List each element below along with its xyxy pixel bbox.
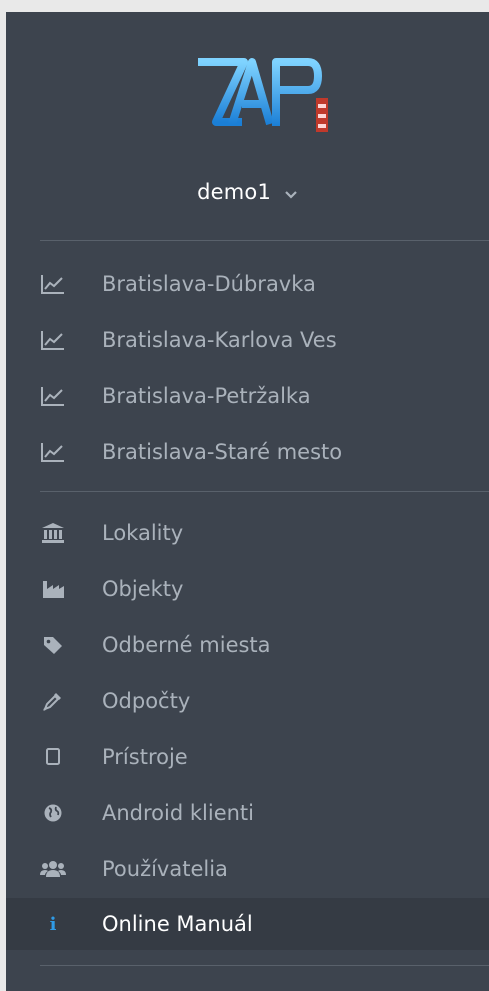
station-item-karlova-ves[interactable]: Bratislava-Karlova Ves [6,316,489,364]
nav-item-odberne-miesta[interactable]: Odberné miesta [6,621,489,669]
nav-item-pouzivatelia[interactable]: Používatelia [6,845,489,893]
nav-label: Používatelia [102,857,228,881]
industry-icon [40,577,66,601]
nav-label: Online Manuál [102,912,253,936]
station-label: Bratislava-Staré mesto [102,440,343,464]
station-label: Bratislava-Karlova Ves [102,328,337,352]
info-icon: i [49,913,57,935]
bank-icon [40,521,66,545]
nav-label: Odberné miesta [102,633,271,657]
sidebar: demo1 Bratislava-Dúbravka Bratislava-Kar… [6,12,489,991]
chevron-down-icon [284,181,298,205]
tablet-icon [40,745,66,769]
nav-label: Prístroje [102,745,188,769]
nav-item-objekty[interactable]: Objekty [6,565,489,613]
user-dropdown[interactable]: demo1 [6,180,489,205]
divider-bottom [40,965,489,966]
users-icon [40,857,66,881]
globe-icon [40,801,66,825]
area-chart-icon [40,328,66,352]
nav-label: Odpočty [102,689,191,713]
nav-item-android-klienti[interactable]: Android klienti [6,789,489,837]
station-label: Bratislava-Petržalka [102,384,311,408]
eyedropper-icon [40,689,66,713]
station-item-dubravka[interactable]: Bratislava-Dúbravka [6,260,489,308]
nav-label: Objekty [102,577,184,601]
user-name: demo1 [197,180,272,204]
area-chart-icon [40,440,66,464]
nav-item-pristroje[interactable]: Prístroje [6,733,489,781]
area-chart-icon [40,272,66,296]
nav-item-online-manual[interactable]: i Online Manuál [6,898,489,950]
nav-label: Android klienti [102,801,254,825]
divider-top [40,240,489,241]
divider-middle [40,491,489,492]
nav-item-lokality[interactable]: Lokality [6,509,489,557]
app-logo[interactable] [180,48,336,142]
nav-label: Lokality [102,521,184,545]
area-chart-icon [40,384,66,408]
nav-item-odpocty[interactable]: Odpočty [6,677,489,725]
tag-icon [40,633,66,657]
station-item-petrzalka[interactable]: Bratislava-Petržalka [6,372,489,420]
station-label: Bratislava-Dúbravka [102,272,316,296]
station-item-stare-mesto[interactable]: Bratislava-Staré mesto [6,428,489,476]
